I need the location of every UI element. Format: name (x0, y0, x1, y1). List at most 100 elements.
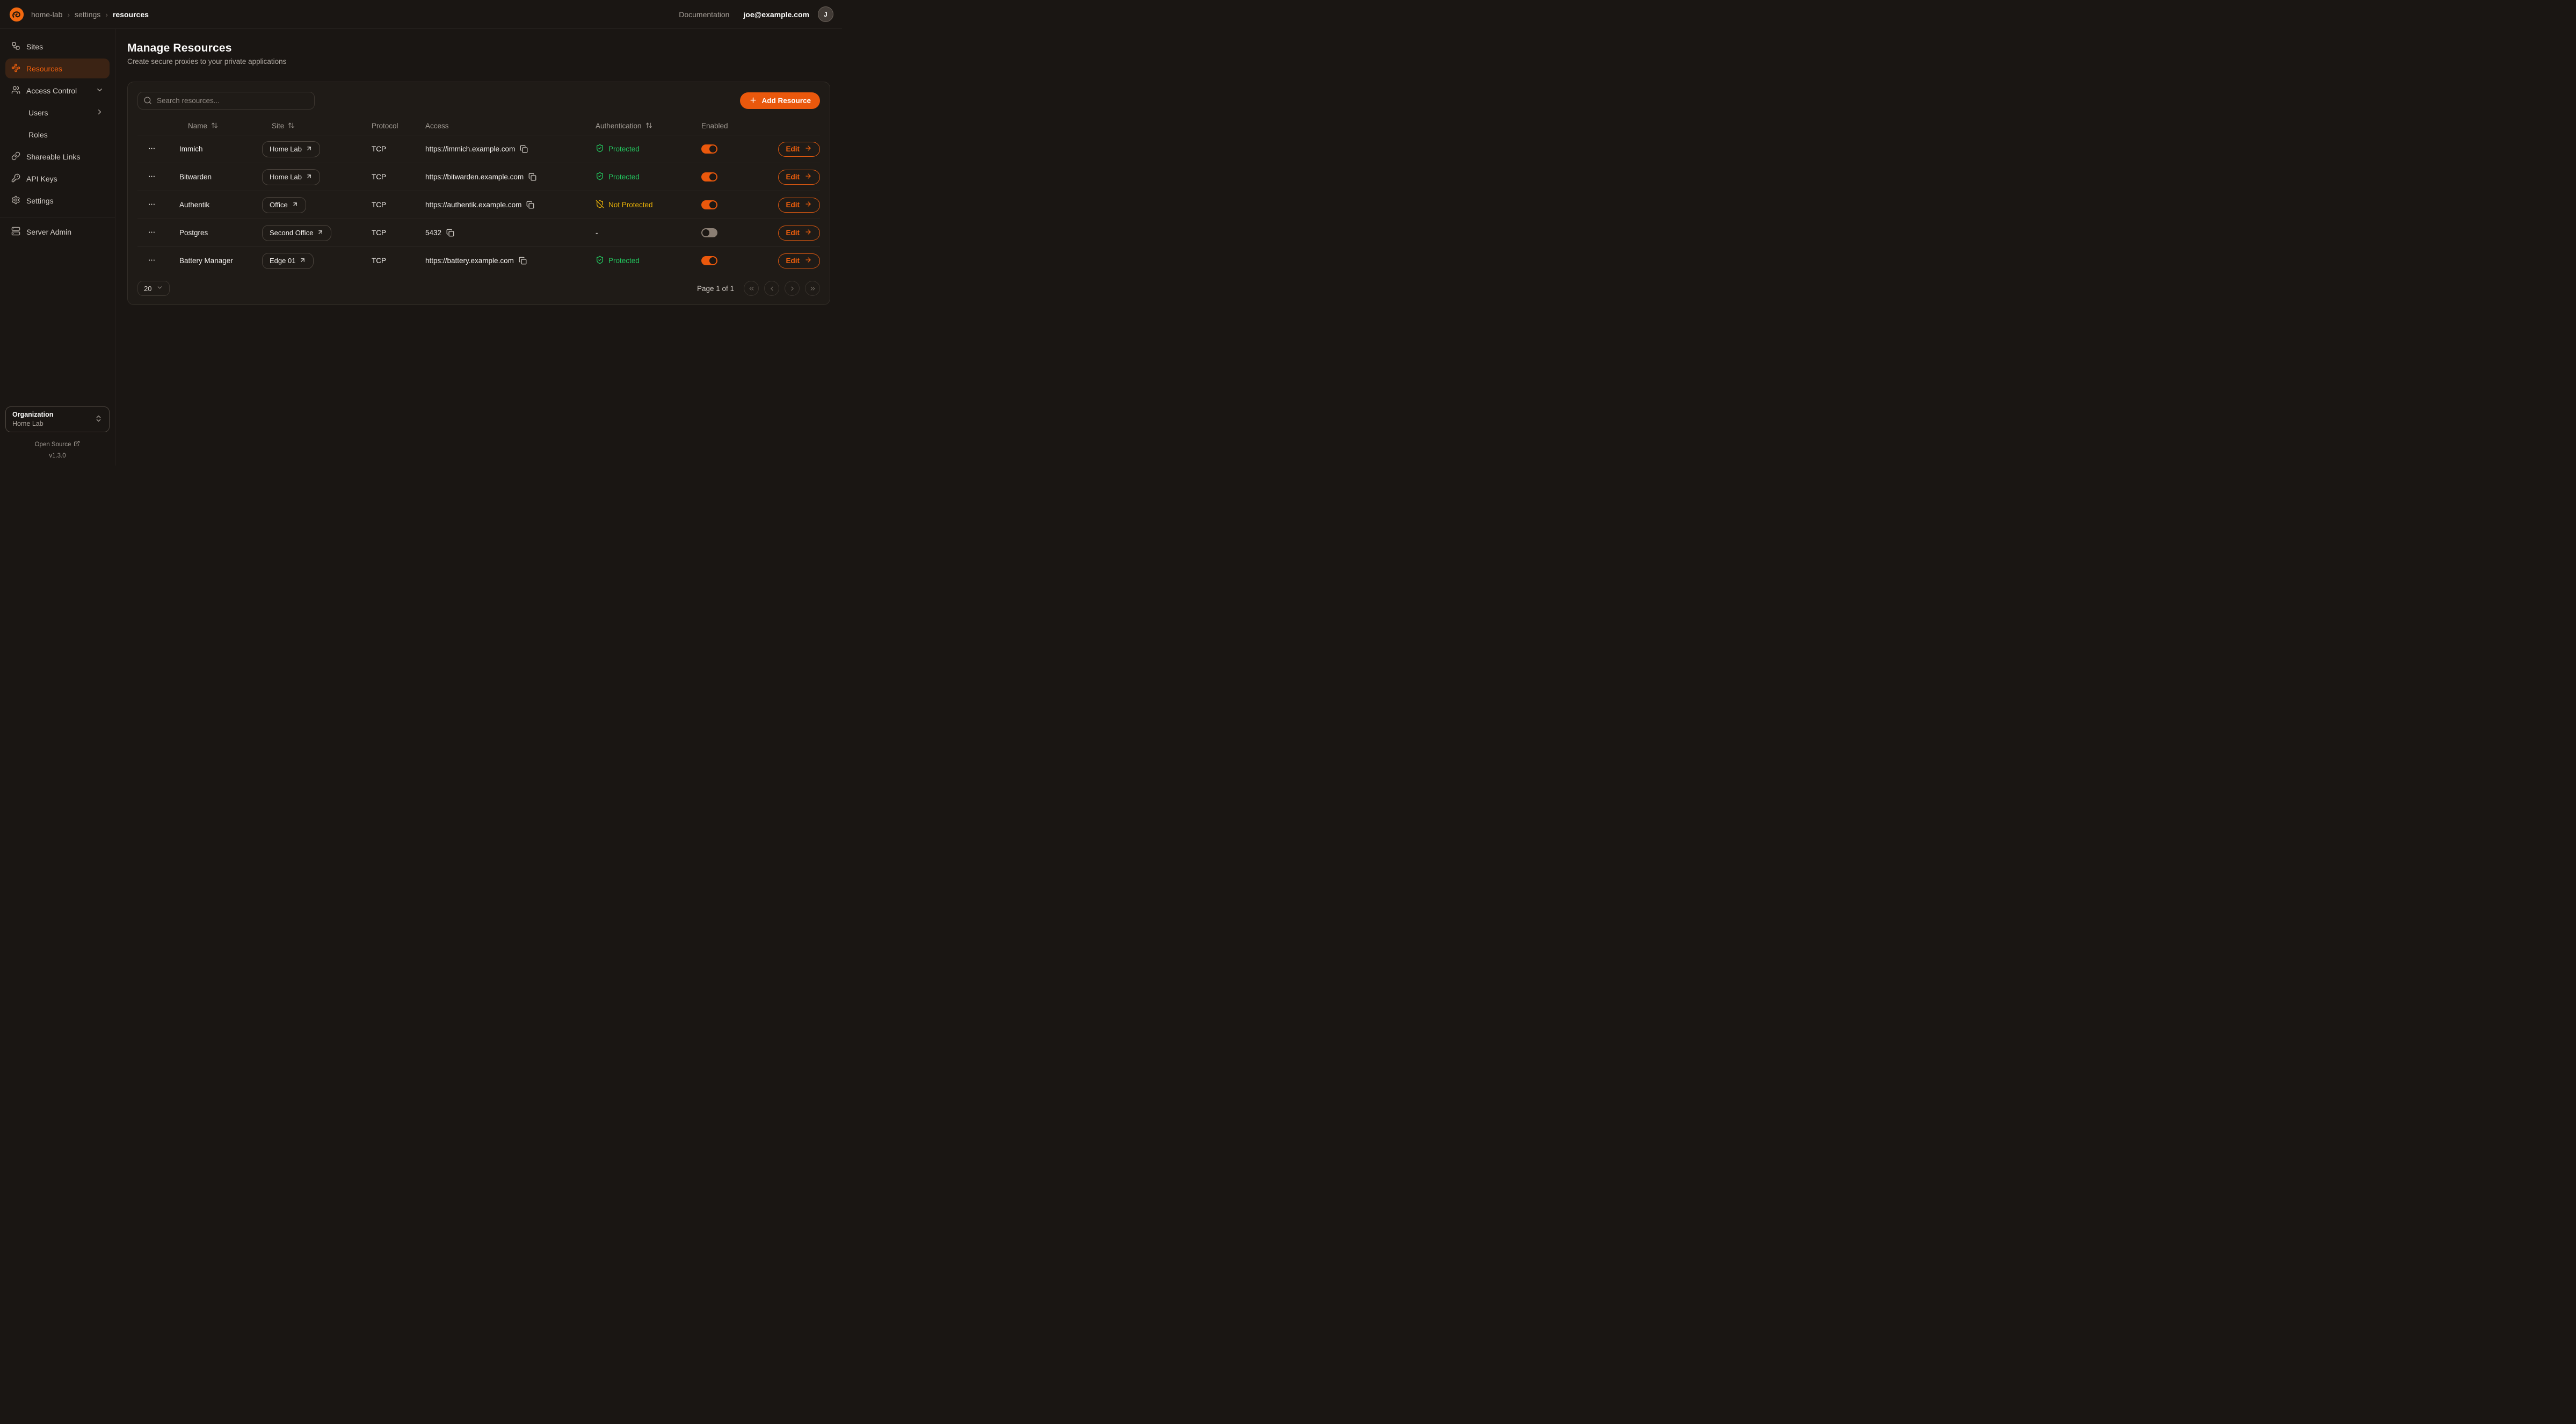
table-header-row: Name Site Protocol Access Authenticati (137, 117, 820, 135)
edit-button[interactable]: Edit (778, 226, 821, 241)
last-page-button[interactable] (805, 281, 820, 296)
first-page-button[interactable] (744, 281, 759, 296)
enabled-toggle[interactable] (701, 228, 717, 237)
site-link-button[interactable]: Edge 01 (262, 253, 314, 269)
sidebar-item-resources[interactable]: Resources (5, 59, 110, 78)
edit-label: Edit (786, 201, 800, 209)
site-name: Office (270, 201, 288, 209)
breadcrumb-org[interactable]: home-lab (31, 10, 62, 19)
user-email[interactable]: joe@example.com (743, 10, 809, 19)
sidebar-item-label: Server Admin (26, 228, 71, 236)
edit-label: Edit (786, 257, 800, 265)
sidebar-item-shareable-links[interactable]: Shareable Links (5, 147, 110, 166)
copy-icon[interactable] (519, 257, 527, 265)
previous-page-button[interactable] (764, 281, 779, 296)
sidebar-item-sites[interactable]: Sites (5, 37, 110, 56)
sidebar: Sites Resources Access Control Users Rol (0, 29, 115, 466)
auth-status-label: - (596, 229, 598, 237)
topbar: home-lab › settings › resources Document… (0, 0, 842, 29)
page-info: Page 1 of 1 (697, 285, 734, 293)
auth-status-label: Protected (608, 145, 640, 153)
plus-icon (749, 96, 757, 106)
sidebar-item-settings[interactable]: Settings (5, 191, 110, 210)
pangolin-logo-icon (9, 6, 25, 23)
resources-card: Add Resource Name Site Protocol (127, 82, 830, 305)
chevron-down-icon (96, 86, 104, 96)
site-link-button[interactable]: Office (262, 197, 306, 213)
table-row: Battery Manager Edge 01 TCP https://batt… (137, 246, 820, 274)
arrow-right-icon (804, 256, 812, 265)
open-source-link[interactable]: Open Source (5, 440, 110, 448)
edit-button[interactable]: Edit (778, 170, 821, 185)
sort-icon (645, 122, 652, 130)
sort-icon (288, 122, 295, 130)
add-resource-button[interactable]: Add Resource (740, 92, 820, 109)
row-menu-button[interactable] (146, 170, 158, 184)
row-menu-button[interactable] (146, 254, 158, 268)
shield-check-icon (596, 144, 604, 154)
sidebar-item-label: Users (28, 108, 48, 117)
resource-name: Bitwarden (165, 173, 262, 181)
auth-status-label: Not Protected (608, 201, 653, 209)
table-row: Bitwarden Home Lab TCP https://bitwarden… (137, 163, 820, 191)
edit-button[interactable]: Edit (778, 142, 821, 157)
breadcrumb-settings[interactable]: settings (75, 10, 100, 19)
copy-icon[interactable] (526, 201, 534, 209)
enabled-toggle[interactable] (701, 256, 717, 265)
pagination-bar: 20 Page 1 of 1 (137, 281, 820, 296)
auth-status-badge: - (596, 229, 701, 237)
enabled-toggle[interactable] (701, 172, 717, 181)
column-label: Site (272, 122, 284, 130)
sidebar-item-roles[interactable]: Roles (5, 125, 110, 144)
documentation-link[interactable]: Documentation (679, 10, 729, 19)
sidebar-item-label: Roles (28, 130, 48, 139)
resource-name: Postgres (165, 229, 262, 237)
edit-label: Edit (786, 173, 800, 181)
key-icon (11, 173, 20, 184)
site-link-button[interactable]: Home Lab (262, 169, 320, 185)
resource-access-url: https://authentik.example.com (425, 201, 521, 209)
edit-button[interactable]: Edit (778, 253, 821, 268)
sidebar-item-users[interactable]: Users (5, 103, 110, 122)
sidebar-item-access-control[interactable]: Access Control (5, 81, 110, 100)
next-page-button[interactable] (785, 281, 800, 296)
copy-icon[interactable] (528, 173, 536, 181)
column-header-name[interactable]: Name (165, 122, 262, 130)
row-menu-button[interactable] (146, 198, 158, 212)
auth-status-label: Protected (608, 257, 640, 265)
arrow-up-right-icon (317, 229, 324, 237)
enabled-toggle[interactable] (701, 200, 717, 209)
organization-selector[interactable]: Organization Home Lab (5, 406, 110, 432)
breadcrumb: home-lab › settings › resources (31, 10, 149, 19)
copy-icon[interactable] (520, 145, 528, 153)
row-menu-button[interactable] (146, 142, 158, 156)
sidebar-item-label: Access Control (26, 86, 77, 95)
sidebar-item-api-keys[interactable]: API Keys (5, 169, 110, 188)
table-row: Postgres Second Office TCP 5432 - (137, 219, 820, 246)
edit-button[interactable]: Edit (778, 198, 821, 213)
resource-name: Authentik (165, 201, 262, 209)
search-input[interactable] (137, 92, 315, 110)
add-resource-label: Add Resource (761, 97, 811, 105)
arrow-right-icon (804, 172, 812, 181)
column-label: Name (188, 122, 207, 130)
column-header-authentication[interactable]: Authentication (596, 122, 701, 130)
site-name: Edge 01 (270, 257, 295, 265)
resource-protocol: TCP (372, 229, 425, 237)
resource-protocol: TCP (372, 173, 425, 181)
site-link-button[interactable]: Second Office (262, 225, 331, 241)
copy-icon[interactable] (446, 229, 454, 237)
site-link-button[interactable]: Home Lab (262, 141, 320, 157)
resources-table: Name Site Protocol Access Authenticati (137, 117, 820, 274)
breadcrumb-resources[interactable]: resources (113, 10, 149, 19)
server-icon (11, 227, 20, 237)
column-label: Enabled (701, 122, 728, 130)
page-size-select[interactable]: 20 (137, 281, 170, 296)
sidebar-item-server-admin[interactable]: Server Admin (5, 222, 110, 242)
enabled-toggle[interactable] (701, 144, 717, 154)
resource-access-url: https://bitwarden.example.com (425, 173, 524, 181)
avatar[interactable]: J (818, 6, 833, 22)
page-size-value: 20 (144, 285, 151, 293)
row-menu-button[interactable] (146, 226, 158, 240)
column-header-site[interactable]: Site (262, 122, 372, 130)
